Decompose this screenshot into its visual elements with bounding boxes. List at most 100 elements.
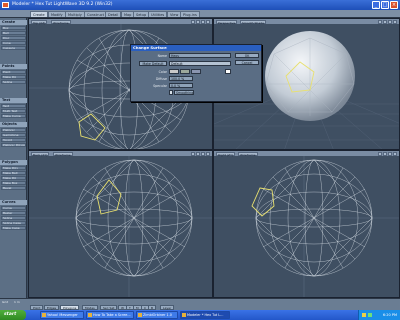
tool-disc[interactable]: Disc xyxy=(1,36,26,40)
viewport-icons xyxy=(378,151,397,156)
make-default-button[interactable]: Make Default xyxy=(139,61,167,66)
tool-spline-2[interactable]: Spline xyxy=(1,216,26,220)
viewport-back[interactable]: Back (XY) Wireframe xyxy=(28,150,213,298)
cancel-button[interactable]: Cancel xyxy=(235,60,259,65)
maximize-icon[interactable] xyxy=(206,19,210,24)
tab-detail[interactable]: Detail xyxy=(105,11,122,17)
browser-icon xyxy=(88,313,92,317)
viewport-mode-select[interactable]: Wireframe xyxy=(51,19,71,25)
rotate-icon[interactable] xyxy=(196,19,200,24)
rotate-icon[interactable] xyxy=(196,151,200,156)
tool-make-ball[interactable]: Make Ball xyxy=(1,171,26,175)
tool-spline-cage[interactable]: Spline Cage xyxy=(1,221,26,225)
pan-icon[interactable] xyxy=(378,151,382,156)
color-red-field[interactable] xyxy=(169,69,179,74)
pan-icon[interactable] xyxy=(191,151,195,156)
toolbar-group-create: Create xyxy=(0,20,27,25)
viewport-icons xyxy=(191,19,210,24)
specular-field[interactable]: 0.0 % xyxy=(169,83,193,88)
pan-icon[interactable] xyxy=(378,19,382,24)
maximize-icon[interactable] xyxy=(393,19,397,24)
tab-setup[interactable]: Setup xyxy=(133,11,150,17)
tab-modify[interactable]: Modify xyxy=(48,11,66,17)
tool-cone[interactable]: Cone xyxy=(1,41,26,45)
tool-make-pol-2[interactable]: Make Pol xyxy=(1,176,26,180)
tool-point[interactable]: Point xyxy=(1,70,26,74)
tab-construct[interactable]: Construct xyxy=(84,11,107,17)
taskbar-item-label: Modeler * Hex Tut L... xyxy=(187,313,224,317)
color-blue-field[interactable] xyxy=(191,69,201,74)
viewport-mode-select[interactable]: Wireframe xyxy=(238,151,258,157)
right-view-canvas xyxy=(214,156,399,297)
viewport-view-select[interactable]: Back (XY) xyxy=(31,151,50,157)
zoom-icon[interactable] xyxy=(201,19,205,24)
viewport-right[interactable]: Right (ZY) Wireframe xyxy=(213,150,400,298)
rotate-icon[interactable] xyxy=(383,19,387,24)
tool-multi-text[interactable]: Multi Text xyxy=(1,109,26,113)
tool-ball[interactable]: Ball xyxy=(1,31,26,35)
viewport-view-select[interactable]: Perspective xyxy=(216,19,238,25)
close-button[interactable]: × xyxy=(390,1,398,9)
tool-make-poly[interactable]: Make Poly xyxy=(1,166,26,170)
viewport-view-select[interactable]: Right (ZY) xyxy=(216,151,236,157)
tool-platonic-polygon[interactable]: Platonic Polygon xyxy=(1,143,26,147)
toolbar-group-objects: Objects xyxy=(0,122,27,127)
tab-multiply[interactable]: Multiply xyxy=(65,11,85,17)
tab-plugins[interactable]: Plug-ins xyxy=(180,11,200,17)
rotate-icon[interactable] xyxy=(383,151,387,156)
viewport-mode-select[interactable]: Wireframe xyxy=(53,151,73,157)
tool-toroid[interactable]: Toroid xyxy=(1,138,26,142)
maximize-button[interactable]: □ xyxy=(381,1,389,9)
default-surface-field[interactable]: Default xyxy=(169,61,231,66)
left-toolbar: Create Box Ball Disc Cone Capsule Points… xyxy=(0,18,27,298)
tool-bevel[interactable]: Bevel xyxy=(1,186,26,190)
viewport-view-select[interactable]: Top (XZ) xyxy=(31,19,48,25)
tray-icon[interactable] xyxy=(368,313,372,317)
toolbar-group-curves: Curves xyxy=(0,200,27,205)
tray-icon[interactable] xyxy=(362,313,366,317)
messenger-icon xyxy=(42,313,46,317)
ok-button[interactable]: OK xyxy=(235,53,259,58)
zoom-icon[interactable] xyxy=(388,151,392,156)
taskbar-item-zimbi[interactable]: ZimbiOrbiner 1.0 xyxy=(136,311,178,319)
diffuse-field[interactable]: 100.0 % xyxy=(169,76,193,81)
tool-box[interactable]: Box xyxy=(1,26,26,30)
tool-platonic[interactable]: Platonic xyxy=(1,128,26,132)
surface-name-field[interactable]: Hexs xyxy=(169,53,231,58)
clock: 6:20 PM xyxy=(382,313,397,317)
smoothing-checkbox[interactable] xyxy=(169,90,173,95)
taskbar-item-yahoo[interactable]: Yahoo! Messenger xyxy=(40,311,84,319)
tab-create[interactable]: Create xyxy=(30,11,48,17)
toolbar-group-text: Text xyxy=(0,98,27,103)
tool-capsule[interactable]: Capsule xyxy=(1,46,26,50)
tool-gemstone[interactable]: Gemstone xyxy=(1,133,26,137)
tool-spline[interactable]: Spline xyxy=(1,80,26,84)
tool-text[interactable]: Text xyxy=(1,104,26,108)
tool-make-pol[interactable]: Make Pol xyxy=(1,75,26,79)
minimize-button[interactable]: _ xyxy=(372,1,380,9)
zoom-icon[interactable] xyxy=(388,19,392,24)
window-title: Modeler * Hex Tut LightWave 3D 9.2 (Win3… xyxy=(12,2,113,7)
tab-utilities[interactable]: Utilities xyxy=(148,11,168,17)
maximize-icon[interactable] xyxy=(393,151,397,156)
pan-icon[interactable] xyxy=(191,19,195,24)
lightwave-icon xyxy=(182,313,186,317)
tool-make-curve[interactable]: Make Curve xyxy=(1,114,26,118)
taskbar-item-label: Yahoo! Messenger xyxy=(47,313,78,317)
taskbar-item-modeler[interactable]: Modeler * Hex Tut L... xyxy=(180,311,230,319)
zoom-icon[interactable] xyxy=(201,151,205,156)
tool-bezier[interactable]: Bezier xyxy=(1,211,26,215)
start-button[interactable]: start xyxy=(0,310,26,320)
back-view-canvas xyxy=(29,156,212,297)
tool-make-cage[interactable]: Make Cage xyxy=(1,226,26,230)
bottom-toolbar: Grid 1 m Point Edges Polygons Modes Sel:… xyxy=(0,298,400,310)
taskbar-item-howto[interactable]: How To Take a Scree... xyxy=(86,311,134,319)
viewport-mode-select[interactable]: Smooth Shade xyxy=(240,19,266,25)
tool-curve[interactable]: Curve xyxy=(1,206,26,210)
dialog-title: Change Surface xyxy=(131,45,261,51)
color-green-field[interactable] xyxy=(180,69,190,74)
color-swatch[interactable] xyxy=(225,69,231,74)
viewport-icons xyxy=(378,19,397,24)
maximize-icon[interactable] xyxy=(206,151,210,156)
tool-make-box[interactable]: Make Box xyxy=(1,181,26,185)
